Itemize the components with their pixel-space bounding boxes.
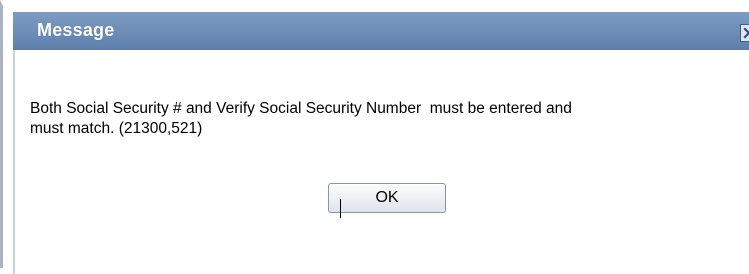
dialog-titlebar[interactable]: Message: [13, 12, 749, 50]
dialog-left-border: [13, 50, 15, 274]
dialog-title: Message: [37, 20, 115, 40]
dialog-message: Both Social Security # and Verify Social…: [30, 100, 572, 137]
ok-button[interactable]: OK: [328, 183, 446, 213]
message-dialog: Message Both Social Security # and Verif…: [0, 0, 749, 274]
close-button[interactable]: [740, 24, 749, 42]
text-cursor: [340, 199, 341, 218]
close-icon: [743, 27, 749, 39]
